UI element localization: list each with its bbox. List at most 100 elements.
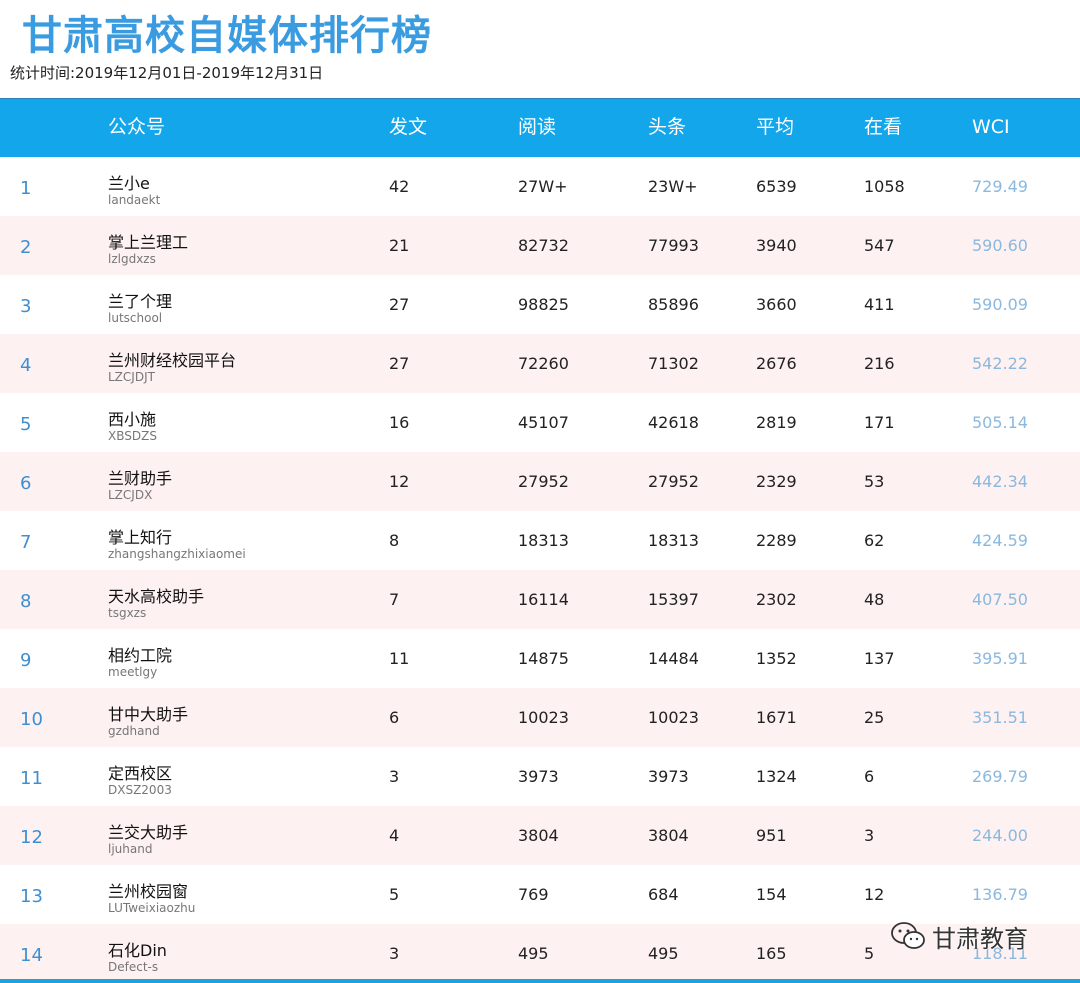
rank-number: 8 <box>20 591 32 612</box>
account-id: LUTweixiaozhu <box>108 901 196 915</box>
average-reads: 3940 <box>756 236 797 255</box>
account-id: gzdhand <box>108 724 160 738</box>
posts-count: 8 <box>389 531 400 550</box>
rank-number: 13 <box>20 886 43 907</box>
table-row: 1 兰小e landaekt 42 27W+ 23W+ 6539 1058 729.49 <box>0 157 1080 216</box>
bottom-divider <box>0 979 1080 983</box>
rank-number: 5 <box>20 414 32 435</box>
header-account: 公众号 <box>108 116 166 138</box>
wci-score: 407.50 <box>972 590 1028 609</box>
account-name: 定西校区 <box>108 764 173 783</box>
reads-count: 769 <box>518 885 549 904</box>
table-row: 10 甘中大助手 gzdhand 6 10023 10023 1671 25 351.51 <box>0 688 1080 747</box>
account-id: lutschool <box>108 311 163 325</box>
header-average: 平均 <box>756 116 795 138</box>
rank-number: 7 <box>20 532 32 553</box>
account-id: LZCJDJT <box>108 370 155 384</box>
wci-score: 590.60 <box>972 236 1028 255</box>
reads-count: 45107 <box>518 413 569 432</box>
reads-count: 3973 <box>518 767 559 786</box>
watching-count: 171 <box>864 413 895 432</box>
account-name: 兰财助手 <box>108 469 173 488</box>
watching-count: 53 <box>864 472 885 491</box>
posts-count: 16 <box>389 413 410 432</box>
headline-reads: 85896 <box>648 295 699 314</box>
table-row: 13 兰州校园窗 LUTweixiaozhu 5 769 684 154 12 136.79 <box>0 865 1080 924</box>
reads-count: 18313 <box>518 531 569 550</box>
posts-count: 7 <box>389 590 400 609</box>
wci-score: 424.59 <box>972 531 1028 550</box>
header-wci: WCI <box>972 116 1010 138</box>
posts-count: 6 <box>389 708 400 727</box>
average-reads: 1352 <box>756 649 797 668</box>
rank-number: 14 <box>20 945 43 966</box>
account-name: 天水高校助手 <box>108 587 205 606</box>
wci-score: 729.49 <box>972 177 1028 196</box>
average-reads: 2329 <box>756 472 797 491</box>
average-reads: 2819 <box>756 413 797 432</box>
headline-reads: 15397 <box>648 590 699 609</box>
header-headline: 头条 <box>648 116 687 138</box>
headline-reads: 71302 <box>648 354 699 373</box>
table-body: 1 兰小e landaekt 42 27W+ 23W+ 6539 1058 729.49 2 掌上兰… <box>0 157 1080 983</box>
posts-count: 27 <box>389 295 410 314</box>
account-id: XBSDZS <box>108 429 157 443</box>
account-id: tsgxzs <box>108 606 147 620</box>
account-id: zhangshangzhixiaomei <box>108 547 246 561</box>
watching-count: 411 <box>864 295 895 314</box>
table-row: 7 掌上知行 zhangshangzhixiaomei 8 18313 18313 2289… <box>0 511 1080 570</box>
wci-score: 136.79 <box>972 885 1028 904</box>
reads-count: 27952 <box>518 472 569 491</box>
wci-score: 590.09 <box>972 295 1028 314</box>
reads-count: 3804 <box>518 826 559 845</box>
header-posts: 发文 <box>389 116 428 138</box>
reads-count: 98825 <box>518 295 569 314</box>
watching-count: 3 <box>864 826 875 845</box>
watermark-text: 甘肃教育 <box>932 924 1028 953</box>
average-reads: 1324 <box>756 767 797 786</box>
reads-count: 82732 <box>518 236 569 255</box>
account-name: 兰了个理 <box>108 292 173 311</box>
reads-count: 10023 <box>518 708 569 727</box>
table-row: 6 兰财助手 LZCJDX 12 27952 27952 2329 53 442.34 <box>0 452 1080 511</box>
wci-score: 505.14 <box>972 413 1028 432</box>
account-name: 兰小e <box>108 174 150 193</box>
rank-number: 1 <box>20 178 32 199</box>
watching-count: 25 <box>864 708 885 727</box>
account-name: 兰交大助手 <box>108 823 189 842</box>
account-name: 掌上兰理工 <box>108 233 189 252</box>
wci-score: 395.91 <box>972 649 1028 668</box>
average-reads: 2289 <box>756 531 797 550</box>
posts-count: 11 <box>389 649 410 668</box>
headline-reads: 14484 <box>648 649 699 668</box>
watching-count: 5 <box>864 944 875 963</box>
rank-number: 4 <box>20 355 32 376</box>
wci-score: 269.79 <box>972 767 1028 786</box>
watching-count: 216 <box>864 354 895 373</box>
average-reads: 2676 <box>756 354 797 373</box>
table-row: 2 掌上兰理工 lzlgdxzs 21 82732 77993 3940 547 590.60 <box>0 216 1080 275</box>
stat-period: 统计时间:2019年12月01日-2019年12月31日 <box>10 64 324 82</box>
headline-reads: 684 <box>648 885 679 904</box>
table-row: 11 定西校区 DXSZ2003 3 3973 3973 1324 6 269.79 <box>0 747 1080 806</box>
posts-count: 3 <box>389 767 400 786</box>
headline-reads: 495 <box>648 944 679 963</box>
average-reads: 6539 <box>756 177 797 196</box>
watermark: 甘肃教育 <box>890 918 1028 954</box>
table-row: 12 兰交大助手 ljuhand 4 3804 3804 951 3 244.00 <box>0 806 1080 865</box>
headline-reads: 18313 <box>648 531 699 550</box>
watching-count: 1058 <box>864 177 905 196</box>
account-id: DXSZ2003 <box>108 783 172 797</box>
reads-count: 14875 <box>518 649 569 668</box>
table-row: 8 天水高校助手 tsgxzs 7 16114 15397 2302 48 407.50 <box>0 570 1080 629</box>
table-row: 4 兰州财经校园平台 LZCJDJT 27 72260 71302 2676 216 542.2… <box>0 334 1080 393</box>
rank-number: 10 <box>20 709 43 730</box>
account-name: 相约工院 <box>108 646 173 665</box>
posts-count: 5 <box>389 885 400 904</box>
reads-count: 27W+ <box>518 177 568 196</box>
account-name: 掌上知行 <box>108 528 173 547</box>
account-id: meetlgy <box>108 665 158 679</box>
posts-count: 27 <box>389 354 410 373</box>
wci-score: 244.00 <box>972 826 1028 845</box>
table-row: 9 相约工院 meetlgy 11 14875 14484 1352 137 395.91 <box>0 629 1080 688</box>
